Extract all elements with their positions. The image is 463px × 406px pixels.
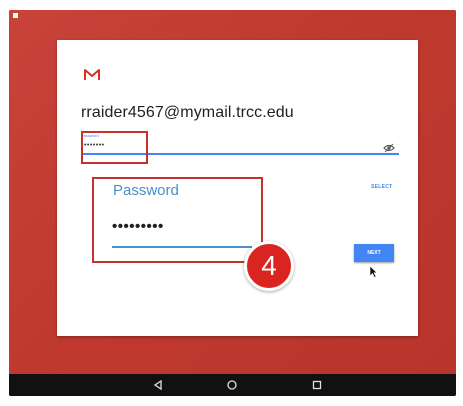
password-field-highlight bbox=[81, 131, 148, 164]
android-nav-bar bbox=[9, 374, 456, 396]
password-zoom-highlight bbox=[92, 177, 263, 263]
select-link[interactable]: SELECT bbox=[371, 184, 393, 190]
back-icon[interactable] bbox=[152, 379, 164, 391]
step-number-badge: 4 bbox=[244, 241, 294, 291]
recents-icon[interactable] bbox=[311, 379, 323, 391]
screenshot-frame: rraider4567@mymail.trcc.edu Password •••… bbox=[0, 0, 463, 406]
home-icon[interactable] bbox=[226, 379, 238, 391]
next-button[interactable]: NEXT bbox=[354, 244, 394, 262]
eye-icon[interactable] bbox=[383, 143, 395, 153]
gmail-m-icon bbox=[84, 69, 100, 80]
status-indicator bbox=[13, 13, 18, 18]
cursor-icon bbox=[369, 265, 378, 278]
account-email: rraider4567@mymail.trcc.edu bbox=[81, 104, 294, 121]
